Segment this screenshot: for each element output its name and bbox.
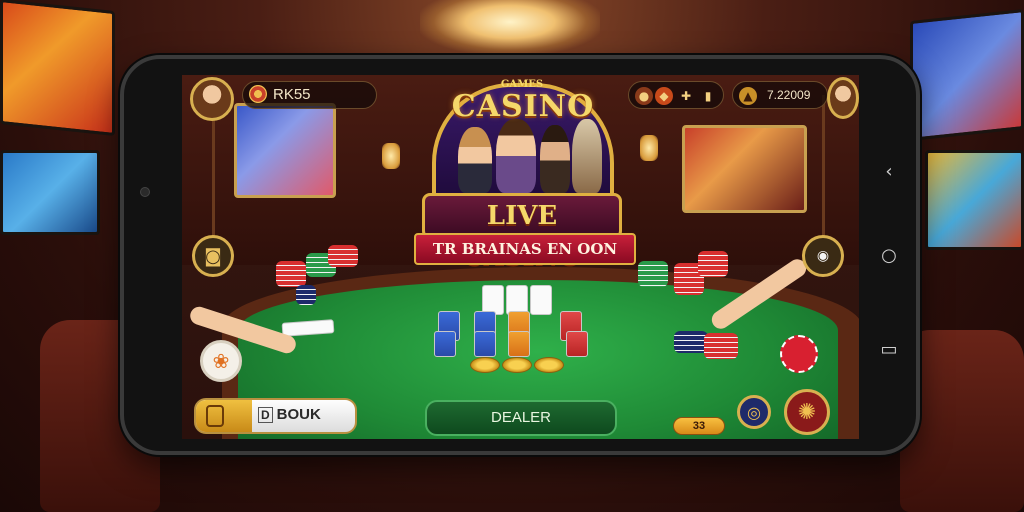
balance-badge	[196, 400, 252, 432]
background-tv-left-top	[0, 0, 115, 137]
chip-stack	[296, 285, 316, 305]
playing-card	[508, 331, 530, 357]
coin-icon	[249, 85, 267, 104]
currency-balance-value: 7.22009	[767, 88, 811, 102]
gold-chip	[502, 357, 532, 373]
recents-button[interactable]: ▭	[866, 337, 912, 363]
bet-chip[interactable]	[780, 335, 818, 373]
background-tv-right-top	[910, 9, 1024, 141]
fire-icon[interactable]: ◆	[655, 87, 673, 105]
cards-icon[interactable]: ▮	[699, 87, 717, 105]
chip-stack	[698, 251, 728, 277]
bet-amount: 33	[673, 417, 725, 435]
icon-tray: ● ◆ ✚ ▮	[628, 81, 724, 109]
wall-lamp	[640, 135, 658, 161]
chip-stack	[276, 261, 306, 287]
system-nav-bar: ‹ ○ ▭	[866, 75, 912, 439]
chip-icon: ◎	[747, 402, 761, 422]
wall-lamp	[382, 143, 400, 169]
balance-label: BOUK	[276, 406, 321, 423]
currency-balance: ▲ 7.22009	[732, 81, 828, 109]
camera-button[interactable]: ◉	[802, 235, 844, 277]
playing-card	[530, 285, 552, 315]
player-avatar[interactable]	[190, 77, 234, 121]
opponent-avatar[interactable]	[827, 77, 859, 119]
tagline-banner: TR BRAINAS EN OON	[414, 233, 636, 265]
chip-stack	[638, 261, 668, 287]
chip-stack	[674, 331, 708, 353]
host-figure	[496, 119, 536, 193]
mascot-figure	[572, 119, 602, 193]
menu-button[interactable]: ◙	[192, 235, 234, 277]
wall-tv-left	[234, 103, 336, 198]
host-figure	[540, 125, 570, 193]
coin-balance-value: RK55	[273, 86, 311, 103]
wall-tv-right	[682, 125, 807, 213]
badge-icon: ◙	[204, 245, 222, 267]
gift-icon: ▲	[739, 87, 757, 105]
home-button[interactable]: ○	[866, 243, 912, 269]
balance-icon	[206, 405, 224, 427]
logo-title: CASINO	[451, 89, 595, 124]
puzzle-icon[interactable]: ✚	[677, 87, 695, 105]
gold-chip	[470, 357, 500, 373]
chip-stack	[704, 333, 738, 359]
balance-text: D BOUK	[258, 406, 321, 423]
background-tv-left-bottom	[0, 150, 100, 235]
dealer-button[interactable]: DEALER	[425, 400, 617, 436]
phone-device: RK55 ● ◆ ✚ ▮ ▲ 7.22009 GAMES CASINO LIVE…	[120, 55, 920, 455]
game-screen[interactable]: RK55 ● ◆ ✚ ▮ ▲ 7.22009 GAMES CASINO LIVE…	[182, 75, 859, 439]
bonus-button[interactable]: ❀	[200, 340, 242, 382]
camera-icon: ◉	[816, 248, 830, 264]
chip-stack	[328, 245, 358, 267]
background-tv-right-bottom	[925, 150, 1024, 250]
spin-icon: ✺	[797, 399, 817, 425]
gem-icon[interactable]: ●	[635, 87, 653, 105]
coin-balance: RK55	[242, 81, 377, 109]
balance-letter: D	[258, 407, 273, 423]
chandelier	[420, 0, 600, 55]
front-camera	[140, 187, 150, 197]
wall-panel	[822, 95, 825, 245]
spin-button[interactable]: ✺	[784, 389, 830, 435]
playing-card	[566, 331, 588, 357]
back-button[interactable]: ‹	[866, 159, 912, 185]
playing-card	[434, 331, 456, 357]
gold-chip	[534, 357, 564, 373]
playing-card	[474, 331, 496, 357]
host-figure	[458, 127, 492, 193]
chip-select-button[interactable]: ◎	[737, 395, 771, 429]
bonus-icon: ❀	[212, 349, 230, 373]
balance-box: D BOUK	[194, 398, 357, 434]
